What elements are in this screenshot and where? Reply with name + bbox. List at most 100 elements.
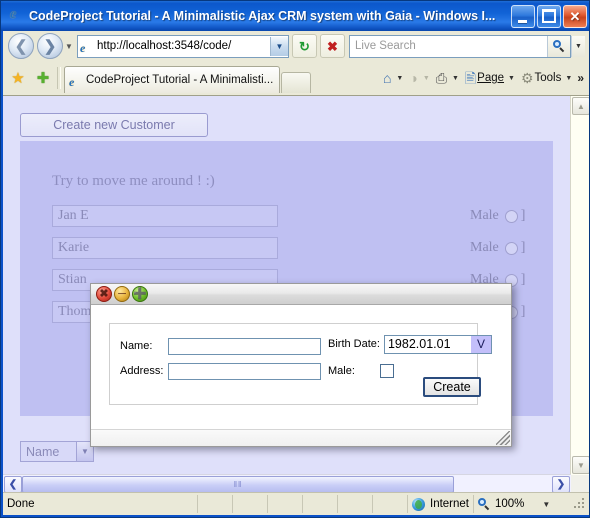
recent-pages-chevron-down-icon[interactable]: ▼ xyxy=(63,42,75,51)
gender-radio[interactable] xyxy=(504,241,518,255)
stop-button[interactable]: ✖ xyxy=(320,34,345,58)
window-title: CodeProject Tutorial - A Minimalistic Aj… xyxy=(29,9,496,23)
page-chevron-down-icon[interactable]: ▼ xyxy=(506,75,519,82)
browser-tab[interactable]: e CodeProject Tutorial - A Minimalisti..… xyxy=(64,66,281,93)
page-menu-button[interactable]: 🖹 Page xyxy=(463,67,506,89)
security-zone[interactable]: Internet xyxy=(407,495,473,513)
sort-select[interactable]: Name ▼ xyxy=(20,441,94,462)
feeds-chevron-down-icon: ▼ xyxy=(422,74,430,82)
address-chevron-down-icon[interactable]: ▼ xyxy=(270,36,288,56)
search-go-button[interactable] xyxy=(547,35,570,57)
gender-trailing: ] xyxy=(520,272,526,287)
status-segment xyxy=(232,495,267,513)
gender-trailing: ] xyxy=(520,208,526,223)
home-button[interactable]: ⌂ xyxy=(381,67,394,89)
vertical-scrollbar[interactable]: ▲ ▼ xyxy=(570,96,589,475)
close-button[interactable] xyxy=(563,4,587,28)
forward-arrow-icon: ❯ xyxy=(43,37,57,55)
tools-menu-label: Tools xyxy=(534,72,562,84)
refresh-button[interactable]: ↻ xyxy=(292,34,317,58)
minimize-button[interactable] xyxy=(511,4,535,28)
web-page-content: Create new Customer Try to move me aroun… xyxy=(3,96,571,475)
address-bar[interactable]: e http://localhost:3548/code/ ▼ xyxy=(77,34,289,58)
dialog-minimize-icon[interactable]: ─ xyxy=(114,286,130,302)
navigation-bar: ❮ ❯ ▼ e http://localhost:3548/code/ ▼ ↻ … xyxy=(3,31,589,61)
tab-bar: ★ ✚ e CodeProject Tutorial - A Minimalis… xyxy=(3,61,589,93)
zoom-chevron-down-icon[interactable]: ▼ xyxy=(542,500,550,509)
create-customer-dialog[interactable]: ✖ ─ ➕ Name: Address: Birth Date: 1982.01… xyxy=(90,283,512,447)
status-segment xyxy=(372,495,407,513)
scroll-up-button[interactable]: ▲ xyxy=(572,97,589,115)
print-chevron-down-icon[interactable]: ▼ xyxy=(450,75,463,82)
table-row[interactable]: Karie Male ] xyxy=(52,235,542,261)
name-input[interactable] xyxy=(168,337,321,355)
name-field-row: Name: xyxy=(120,333,321,359)
scroll-down-button[interactable]: ▼ xyxy=(572,456,589,474)
star-icon: ★ xyxy=(11,69,25,87)
refresh-icon: ↻ xyxy=(299,38,310,54)
search-box[interactable]: Live Search xyxy=(349,34,571,58)
status-segment xyxy=(197,495,232,513)
search-input[interactable]: Live Search xyxy=(350,40,547,52)
zoom-control[interactable]: 100% ▼ xyxy=(473,495,589,513)
maximize-button[interactable] xyxy=(537,4,561,28)
status-segment xyxy=(302,495,337,513)
add-to-favorites-button[interactable]: ✚ xyxy=(32,67,54,89)
tools-menu-button[interactable]: ⚙ Tools xyxy=(519,67,563,89)
status-segment xyxy=(267,495,302,513)
scroll-left-button[interactable]: ❮ xyxy=(4,476,22,493)
search-options-chevron-down-icon[interactable]: ▼ xyxy=(571,35,585,57)
status-bar: Done Internet 100% ▼ xyxy=(3,492,589,515)
dialog-resize-grip[interactable] xyxy=(496,431,510,445)
sort-select-value: Name xyxy=(26,444,60,459)
customer-gender: Male ] xyxy=(470,240,525,256)
male-checkbox[interactable] xyxy=(380,364,394,378)
address-input[interactable] xyxy=(168,362,321,380)
search-icon xyxy=(552,39,566,53)
feeds-button[interactable]: ◑ xyxy=(407,67,420,89)
birth-date-control[interactable]: 1982.01.01 V xyxy=(383,334,492,354)
page-favicon-icon: e xyxy=(80,41,86,55)
table-row[interactable]: Jan E Male ] xyxy=(52,203,542,229)
chevron-right-icon: ❯ xyxy=(556,479,566,490)
home-chevron-down-icon[interactable]: ▼ xyxy=(394,75,407,82)
calendar-dropdown-button[interactable]: V xyxy=(470,335,491,353)
print-button[interactable]: ⎙ xyxy=(434,67,450,89)
address-input[interactable]: http://localhost:3548/code/ xyxy=(97,40,270,52)
security-zone-label: Internet xyxy=(430,498,469,510)
chevron-left-icon: ❮ xyxy=(8,479,18,490)
birth-date-input[interactable]: 1982.01.01 xyxy=(384,335,471,353)
gender-trailing: ] xyxy=(520,240,526,255)
gender-radio[interactable] xyxy=(504,209,518,223)
tools-chevron-down-icon[interactable]: ▼ xyxy=(563,75,576,82)
stop-x-icon: ✖ xyxy=(327,38,338,54)
forward-button[interactable]: ❯ xyxy=(37,33,63,59)
create-button[interactable]: Create xyxy=(423,377,481,397)
scrollbar-corner xyxy=(571,475,589,493)
create-new-customer-button[interactable]: Create new Customer xyxy=(20,113,208,137)
command-overflow-button[interactable]: » xyxy=(576,71,587,85)
new-tab-button[interactable] xyxy=(281,72,312,93)
horizontal-scroll-thumb[interactable]: ‖‖ xyxy=(22,476,454,493)
horizontal-scrollbar[interactable]: ❮ ‖‖ ❯ xyxy=(3,474,571,493)
gender-label: Male xyxy=(470,208,499,223)
male-field-row: Male: xyxy=(328,358,394,384)
window-resize-grip[interactable] xyxy=(572,497,586,511)
status-segment xyxy=(337,495,372,513)
chevron-down-icon: ▼ xyxy=(577,460,585,470)
back-button[interactable]: ❮ xyxy=(8,33,34,59)
page-menu-label: Page xyxy=(477,72,505,84)
dialog-close-icon[interactable]: ✖ xyxy=(96,286,112,302)
dialog-titlebar[interactable]: ✖ ─ ➕ xyxy=(91,284,511,305)
favorites-center-button[interactable]: ★ xyxy=(7,67,29,89)
gender-label: Male xyxy=(470,240,499,255)
back-arrow-icon: ❮ xyxy=(14,37,28,55)
customer-form: Name: Address: Birth Date: 1982.01.01 V xyxy=(109,323,492,405)
dialog-footer xyxy=(91,429,511,446)
dialog-maximize-icon[interactable]: ➕ xyxy=(132,286,148,302)
browser-chrome: ❮ ❯ ▼ e http://localhost:3548/code/ ▼ ↻ … xyxy=(3,31,589,96)
home-icon: ⌂ xyxy=(382,70,392,86)
chevron-up-icon: ▲ xyxy=(577,101,585,111)
panel-heading: Try to move me around ! :) xyxy=(52,173,215,189)
scroll-right-button[interactable]: ❯ xyxy=(552,476,570,493)
